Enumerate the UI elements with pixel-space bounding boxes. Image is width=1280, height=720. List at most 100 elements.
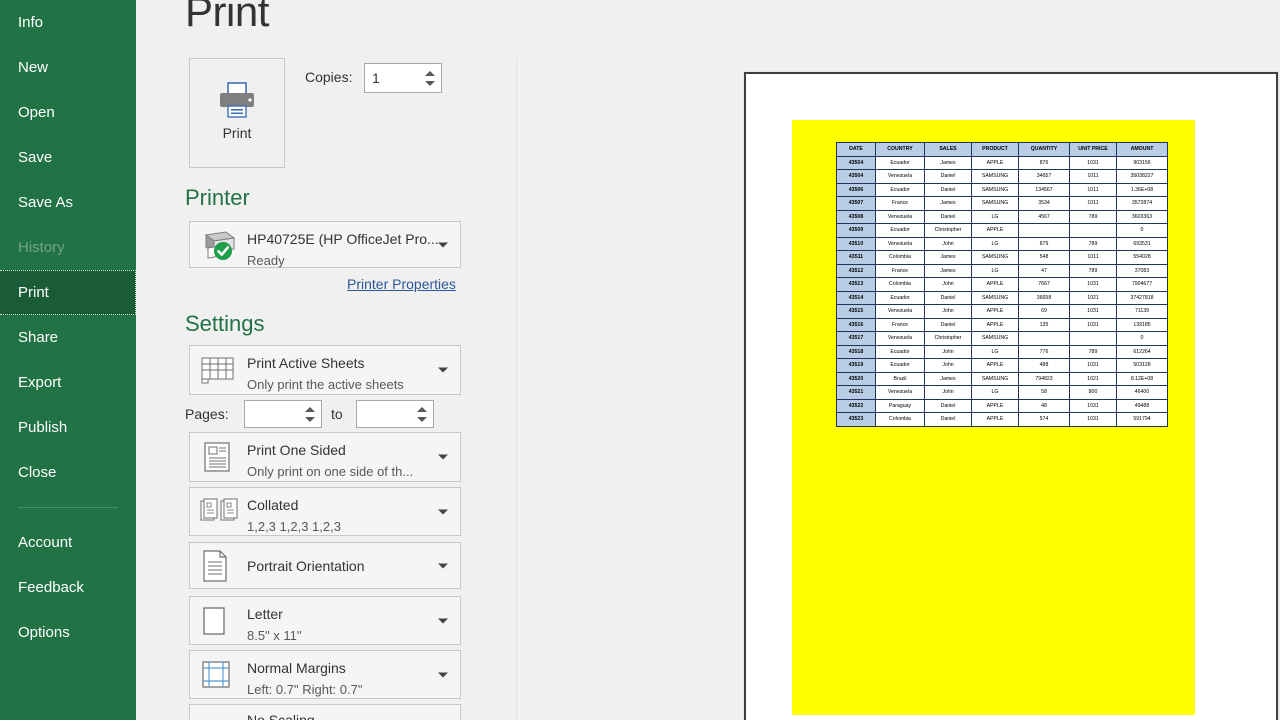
- table-cell: 776: [1018, 344, 1070, 359]
- printer-heading: Printer: [185, 185, 250, 210]
- pages-from-stepper[interactable]: [244, 400, 322, 428]
- print-range-select[interactable]: Print Active Sheets Only print the activ…: [189, 345, 461, 395]
- chevron-down-icon[interactable]: [438, 454, 448, 460]
- sidebar-item-label: Print: [18, 284, 49, 301]
- table-cell: 43517: [836, 331, 876, 346]
- table-row: 43509 Ecuador Christopher APPLE 0: [836, 223, 1168, 238]
- table-cell: 789: [1069, 263, 1117, 278]
- excel-print-backstage: Info New Open Save Save As History Print…: [0, 0, 1280, 720]
- sidebar-item-account[interactable]: Account: [0, 520, 136, 565]
- table-cell: 574: [1018, 412, 1070, 427]
- one-sided-icon: [200, 441, 234, 473]
- table-cell: 612264: [1116, 344, 1168, 359]
- sidebar-item-label: Account: [18, 534, 73, 551]
- table-cell: Colombia: [875, 250, 925, 265]
- table-col-header: DATE: [836, 142, 876, 157]
- table-cell: John: [924, 358, 972, 373]
- table-cell: Ecuador: [875, 182, 925, 197]
- table-cell: LG: [971, 209, 1019, 224]
- sidebar-item-save-as[interactable]: Save As: [0, 180, 136, 225]
- chevron-up-icon[interactable]: [425, 70, 435, 76]
- sidebar-item-feedback[interactable]: Feedback: [0, 565, 136, 610]
- sidebar-item-save[interactable]: Save: [0, 135, 136, 180]
- table-cell: 36658: [1018, 290, 1070, 305]
- chevron-down-icon[interactable]: [305, 416, 315, 422]
- table-cell: [1069, 331, 1117, 346]
- table-cell: 800: [1069, 385, 1117, 400]
- table-cell: 876: [1018, 155, 1070, 170]
- table-cell: 1011: [1069, 250, 1117, 265]
- chevron-down-icon[interactable]: [438, 618, 448, 623]
- sidebar-item-export[interactable]: Export: [0, 360, 136, 405]
- chevron-down-icon[interactable]: [438, 672, 448, 677]
- chevron-down-icon[interactable]: [438, 563, 448, 568]
- table-cell: James: [924, 196, 972, 211]
- chevron-down-icon[interactable]: [438, 367, 448, 373]
- table-cell: 1031: [1069, 358, 1117, 373]
- table-col-header: COUNTRY: [875, 142, 925, 157]
- table-row: 43511 Colombia James SAMSUNG 548 1011 554028: [836, 250, 1168, 265]
- table-cell: 789: [1069, 236, 1117, 251]
- margins-select[interactable]: Normal Margins Left: 0.7" Right: 0.7": [189, 650, 461, 699]
- print-range-sub: Only print the active sheets: [247, 377, 404, 392]
- sidebar-item-close[interactable]: Close: [0, 450, 136, 495]
- table-cell: John: [924, 277, 972, 292]
- table-cell: Ecuador: [875, 223, 925, 238]
- sidebar-item-options[interactable]: Options: [0, 610, 136, 655]
- table-cell: 43511: [836, 250, 876, 265]
- table-cell: James: [924, 263, 972, 278]
- chevron-down-icon[interactable]: [425, 80, 435, 86]
- preview-page[interactable]: DATE COUNTRY SALES PRODUCT QUANTITY UNIT PRIC…: [744, 72, 1278, 720]
- table-cell: 46400: [1116, 385, 1168, 400]
- print-sides-select[interactable]: Print One Sided Only print on one side o…: [189, 432, 461, 482]
- sidebar-item-share[interactable]: Share: [0, 315, 136, 360]
- sidebar-item-open[interactable]: Open: [0, 90, 136, 135]
- pages-from-spin-arrows[interactable]: [303, 401, 317, 427]
- table-cell: Venezuela: [875, 331, 925, 346]
- chevron-down-icon[interactable]: [438, 242, 448, 247]
- table-cell: Ecuador: [875, 358, 925, 373]
- print-button-label: Print: [222, 125, 252, 141]
- table-cell: 3534: [1018, 196, 1070, 211]
- chevron-down-icon[interactable]: [438, 509, 448, 514]
- table-cell: 43514: [836, 290, 876, 305]
- table-cell: Venezuela: [875, 209, 925, 224]
- printer-select[interactable]: HP40725E (HP OfficeJet Pro... Ready: [189, 221, 461, 268]
- pages-to-label: to: [331, 406, 343, 422]
- table-cell: 35038227: [1116, 169, 1168, 184]
- pages-to-spin-arrows[interactable]: [415, 401, 429, 427]
- orientation-title: Portrait Orientation: [247, 557, 365, 574]
- table-cell: 43521: [836, 385, 876, 400]
- sidebar-item-new[interactable]: New: [0, 45, 136, 90]
- table-cell: Brazil: [875, 371, 925, 386]
- table-cell: 0: [1116, 331, 1168, 346]
- table-cell: 0: [1116, 223, 1168, 238]
- table-cell: Daniel: [924, 290, 972, 305]
- table-col-header: QUANTITY: [1018, 142, 1070, 157]
- collation-select[interactable]: Collated 1,2,3 1,2,3 1,2,3: [189, 487, 461, 536]
- table-cell: 43516: [836, 317, 876, 332]
- pages-to-stepper[interactable]: [356, 400, 434, 428]
- table-cell: Venezuela: [875, 169, 925, 184]
- table-cell: 58: [1018, 385, 1070, 400]
- copies-stepper[interactable]: 1: [364, 63, 442, 93]
- sidebar-item-publish[interactable]: Publish: [0, 405, 136, 450]
- table-cell: 1011: [1069, 182, 1117, 197]
- scaling-select[interactable]: No Scaling: [189, 704, 461, 720]
- paper-size-select[interactable]: Letter 8.5" x 11": [189, 596, 461, 645]
- table-cell: APPLE: [971, 304, 1019, 319]
- chevron-up-icon[interactable]: [305, 406, 315, 412]
- chevron-down-icon[interactable]: [417, 416, 427, 422]
- printer-properties-link[interactable]: Printer Properties: [347, 276, 456, 292]
- printer-icon: [215, 81, 259, 121]
- sidebar-item-print[interactable]: Print: [0, 270, 136, 315]
- orientation-select[interactable]: Portrait Orientation: [189, 542, 461, 589]
- collation-sub: 1,2,3 1,2,3 1,2,3: [247, 519, 341, 534]
- table-col-header: UNIT PRICE: [1069, 142, 1117, 157]
- sidebar-item-info[interactable]: Info: [0, 0, 136, 45]
- print-button[interactable]: Print: [189, 58, 285, 168]
- chevron-up-icon[interactable]: [417, 406, 427, 412]
- preview-data-table: DATE COUNTRY SALES PRODUCT QUANTITY UNIT PRIC…: [836, 142, 1168, 427]
- copies-spin-arrows[interactable]: [423, 64, 437, 92]
- table-row: 43515 Venezuela John APPLE 69 1031 71139: [836, 304, 1168, 319]
